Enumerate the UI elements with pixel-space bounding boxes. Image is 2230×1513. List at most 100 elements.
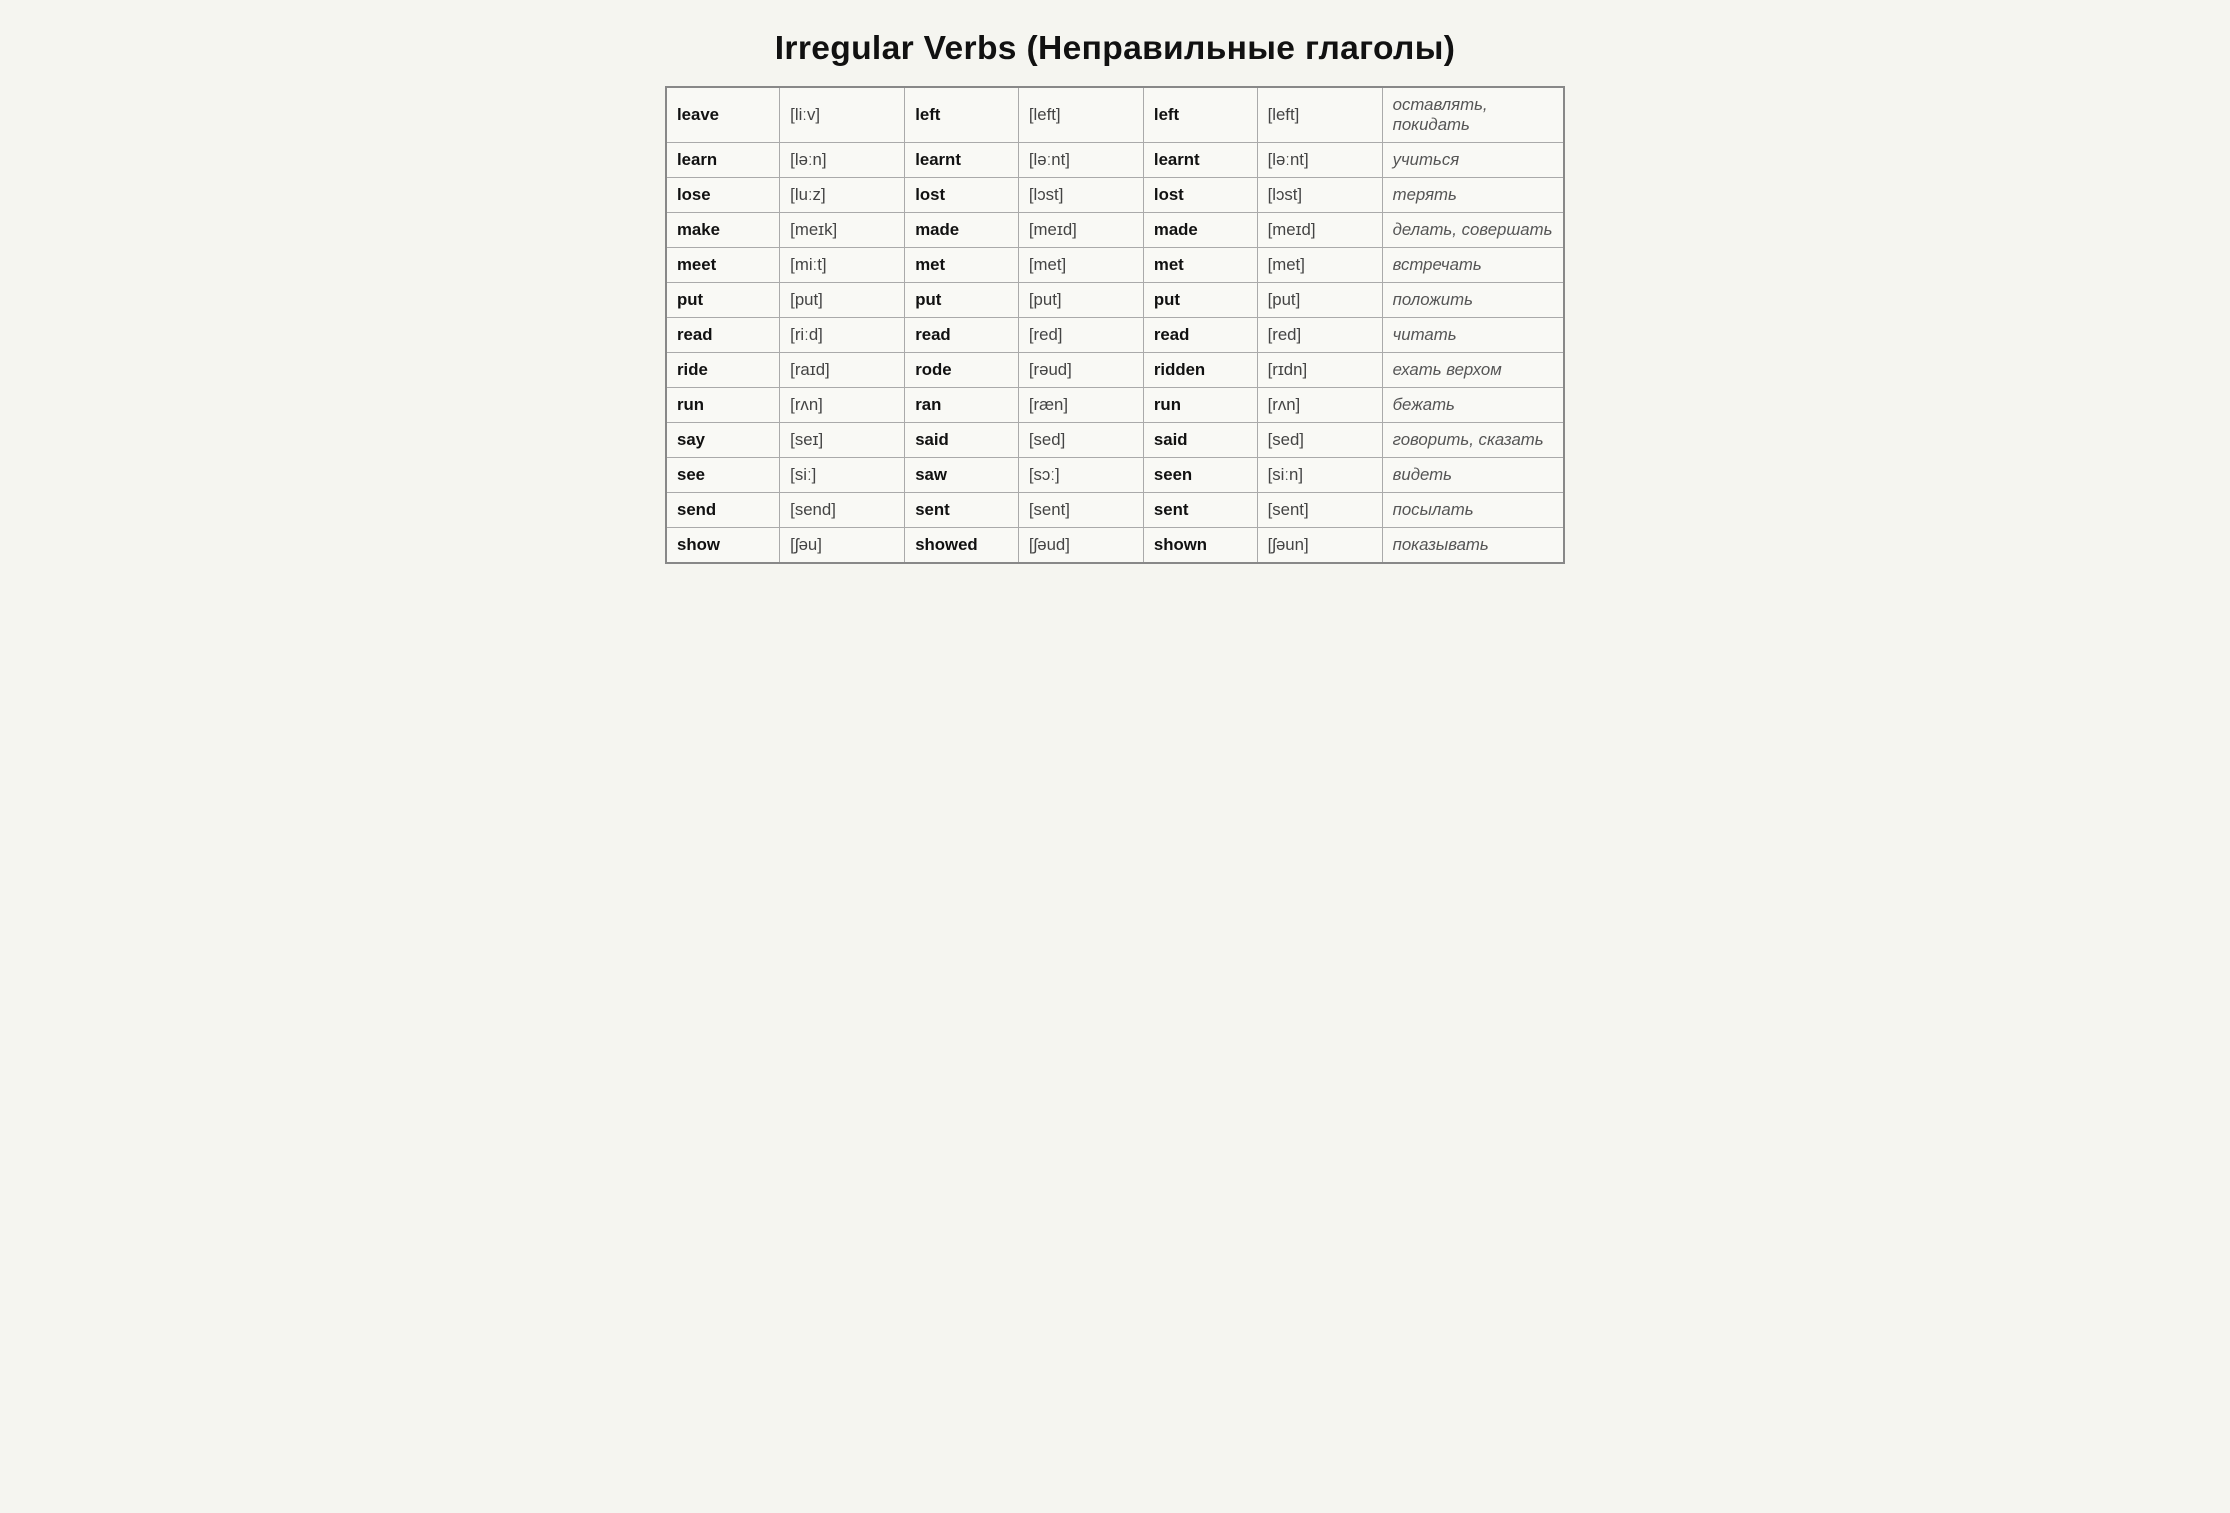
phonetic-cell: [liːv] [780,87,905,143]
phonetic-cell: [rʌn] [780,388,905,423]
phonetic-cell: [sed] [1257,423,1382,458]
word-cell: made [1143,213,1257,248]
translation-cell: ехать верхом [1382,353,1564,388]
phonetic-cell: [put] [1257,283,1382,318]
phonetic-cell: [ʃəu] [780,528,905,564]
word-cell: run [1143,388,1257,423]
phonetic-cell: [ʃəud] [1018,528,1143,564]
word-cell: learnt [905,143,1019,178]
table-row: send[send]sent[sent]sent[sent]посылать [666,493,1564,528]
word-cell: met [1143,248,1257,283]
word-cell: ran [905,388,1019,423]
table-row: ride[raɪd]rode[rəud]ridden[rɪdn]ехать ве… [666,353,1564,388]
phonetic-cell: [put] [1018,283,1143,318]
word-cell: say [666,423,780,458]
word-cell: left [905,87,1019,143]
table-row: say[seɪ]said[sed]said[sed]говорить, сказ… [666,423,1564,458]
table-row: read[riːd]read[red]read[red]читать [666,318,1564,353]
word-cell: run [666,388,780,423]
table-row: run[rʌn]ran[ræn]run[rʌn]бежать [666,388,1564,423]
table-row: see[siː]saw[sɔː]seen[siːn]видеть [666,458,1564,493]
word-cell: put [666,283,780,318]
word-cell: seen [1143,458,1257,493]
word-cell: read [666,318,780,353]
verb-table: leave[liːv]left[left]left[left]оставлять… [665,86,1565,564]
translation-cell: учиться [1382,143,1564,178]
word-cell: put [1143,283,1257,318]
phonetic-cell: [meɪk] [780,213,905,248]
phonetic-cell: [sent] [1018,493,1143,528]
translation-cell: читать [1382,318,1564,353]
table-row: lose[luːz]lost[lɔst]lost[lɔst]терять [666,178,1564,213]
word-cell: show [666,528,780,564]
phonetic-cell: [ləːn] [780,143,905,178]
phonetic-cell: [lɔst] [1018,178,1143,213]
phonetic-cell: [lɔst] [1257,178,1382,213]
word-cell: sent [905,493,1019,528]
phonetic-cell: [sɔː] [1018,458,1143,493]
word-cell: sent [1143,493,1257,528]
phonetic-cell: [ləːnt] [1018,143,1143,178]
phonetic-cell: [siːn] [1257,458,1382,493]
translation-cell: встречать [1382,248,1564,283]
phonetic-cell: [send] [780,493,905,528]
word-cell: read [1143,318,1257,353]
word-cell: ride [666,353,780,388]
table-row: learn[ləːn]learnt[ləːnt]learnt[ləːnt]учи… [666,143,1564,178]
word-cell: learnt [1143,143,1257,178]
translation-cell: бежать [1382,388,1564,423]
word-cell: see [666,458,780,493]
word-cell: lost [1143,178,1257,213]
page-title: Irregular Verbs (Неправильные глаголы) [665,30,1565,68]
phonetic-cell: [met] [1018,248,1143,283]
word-cell: learn [666,143,780,178]
word-cell: lost [905,178,1019,213]
word-cell: read [905,318,1019,353]
table-row: show[ʃəu]showed[ʃəud]shown[ʃəun]показыва… [666,528,1564,564]
phonetic-cell: [rəud] [1018,353,1143,388]
phonetic-cell: [put] [780,283,905,318]
page-container: Irregular Verbs (Неправильные глаголы) l… [665,30,1565,564]
translation-cell: посылать [1382,493,1564,528]
word-cell: shown [1143,528,1257,564]
word-cell: lose [666,178,780,213]
translation-cell: делать, совершать [1382,213,1564,248]
phonetic-cell: [ʃəun] [1257,528,1382,564]
translation-cell: положить [1382,283,1564,318]
word-cell: ridden [1143,353,1257,388]
translation-cell: показывать [1382,528,1564,564]
phonetic-cell: [meɪd] [1018,213,1143,248]
phonetic-cell: [raɪd] [780,353,905,388]
table-row: make[meɪk]made[meɪd]made[meɪd]делать, со… [666,213,1564,248]
phonetic-cell: [met] [1257,248,1382,283]
word-cell: meet [666,248,780,283]
word-cell: showed [905,528,1019,564]
word-cell: rode [905,353,1019,388]
word-cell: said [905,423,1019,458]
table-row: put[put]put[put]put[put]положить [666,283,1564,318]
phonetic-cell: [siː] [780,458,905,493]
phonetic-cell: [ræn] [1018,388,1143,423]
word-cell: put [905,283,1019,318]
phonetic-cell: [left] [1257,87,1382,143]
word-cell: saw [905,458,1019,493]
phonetic-cell: [luːz] [780,178,905,213]
word-cell: said [1143,423,1257,458]
word-cell: leave [666,87,780,143]
word-cell: make [666,213,780,248]
phonetic-cell: [sent] [1257,493,1382,528]
word-cell: met [905,248,1019,283]
table-row: meet[miːt]met[met]met[met]встречать [666,248,1564,283]
phonetic-cell: [rʌn] [1257,388,1382,423]
phonetic-cell: [sed] [1018,423,1143,458]
phonetic-cell: [meɪd] [1257,213,1382,248]
phonetic-cell: [red] [1257,318,1382,353]
word-cell: send [666,493,780,528]
phonetic-cell: [ləːnt] [1257,143,1382,178]
translation-cell: видеть [1382,458,1564,493]
phonetic-cell: [miːt] [780,248,905,283]
phonetic-cell: [red] [1018,318,1143,353]
phonetic-cell: [rɪdn] [1257,353,1382,388]
phonetic-cell: [seɪ] [780,423,905,458]
table-row: leave[liːv]left[left]left[left]оставлять… [666,87,1564,143]
